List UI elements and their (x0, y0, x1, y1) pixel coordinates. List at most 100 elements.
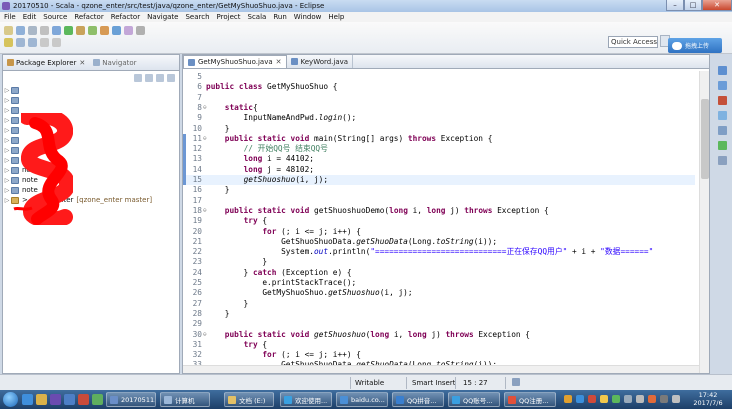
code-line[interactable]: 13 long i = 44102; (183, 154, 695, 165)
ie-icon[interactable] (22, 394, 33, 405)
menu-file[interactable]: File (0, 13, 19, 21)
expand-arrow-icon[interactable]: ▷ (3, 117, 11, 124)
expand-arrow-icon[interactable]: ▷ (3, 177, 11, 184)
new-class-icon[interactable] (112, 26, 121, 35)
explorer-icon[interactable] (36, 394, 47, 405)
menu-project[interactable]: Project (213, 13, 244, 21)
tray-icon[interactable] (648, 395, 656, 403)
collapse-all-icon[interactable] (134, 74, 142, 82)
minimize-view-icon[interactable] (167, 74, 175, 82)
tray-icon[interactable] (564, 395, 572, 403)
code-line[interactable]: 6 public class GetMyShuoShuo { (183, 82, 695, 92)
code-line[interactable]: 12 // 开始QQ号 结束QQ号 (183, 144, 695, 155)
tray-icon[interactable] (660, 395, 668, 403)
maximize-button[interactable]: □ (684, 0, 702, 11)
tree-item[interactable]: ▷ (3, 105, 22, 115)
close-button[interactable]: ✕ (702, 0, 732, 11)
link-editor-icon[interactable] (145, 74, 153, 82)
run-icon[interactable] (64, 26, 73, 35)
close-tab-icon[interactable]: ✕ (79, 59, 85, 67)
taskbar-button[interactable]: 欢迎使用... (280, 392, 332, 407)
menu-run[interactable]: Run (269, 13, 289, 21)
expand-arrow-icon[interactable]: ▷ (3, 137, 11, 144)
tree-item[interactable]: ▷ (3, 155, 22, 165)
new-package-icon[interactable] (100, 26, 109, 35)
expand-arrow-icon[interactable]: ▷ (3, 197, 11, 204)
progress-icon[interactable] (512, 378, 520, 386)
code-line[interactable]: 20 for (; i <= j; i++) { (183, 227, 695, 237)
declaration-icon[interactable] (717, 126, 727, 135)
taskbar-button[interactable]: 20170511... (106, 392, 156, 407)
tree-item[interactable]: ▷ (3, 115, 22, 125)
scrollbar-thumb[interactable] (701, 99, 709, 179)
drag-upload-button[interactable]: 拖拽上传 (668, 38, 722, 53)
code-line[interactable]: 28 } (183, 309, 695, 319)
code-line[interactable]: 18 ⊖ public static void getShuoshuoDemo(l… (183, 206, 695, 216)
code-line[interactable]: 30 ⊖ public static void getShuoshuo(long … (183, 330, 695, 340)
next-annotation-icon[interactable] (28, 38, 37, 47)
network-icon[interactable] (624, 395, 632, 403)
tree-item[interactable]: ▷ (3, 135, 22, 145)
taskbar-button[interactable]: QQ拼音... (392, 392, 444, 407)
taskbar-button[interactable]: QQ账号... (448, 392, 500, 407)
search-icon[interactable] (136, 26, 145, 35)
menu-refactor[interactable]: Refactor (70, 13, 106, 21)
qq-icon[interactable] (600, 395, 608, 403)
code-line[interactable]: 32 for (; i <= j; i++) { (183, 350, 695, 360)
code-line[interactable]: 27 } (183, 299, 695, 309)
debug-icon[interactable] (52, 26, 61, 35)
task-list-icon[interactable] (717, 81, 727, 90)
code-line[interactable]: 21 GetShuoShuoData.getShuoData(Long.toSt… (183, 237, 695, 247)
new-file-icon[interactable] (4, 26, 13, 35)
open-type-icon[interactable] (124, 26, 133, 35)
minimize-button[interactable]: – (666, 0, 684, 11)
expand-arrow-icon[interactable]: ▷ (3, 97, 11, 104)
expand-arrow-icon[interactable]: ▷ (3, 87, 11, 94)
code-line[interactable]: 10 } (183, 124, 695, 134)
tree-item[interactable]: ▷ (3, 125, 22, 135)
tree-item[interactable]: ▷ (3, 85, 22, 95)
back-icon[interactable] (40, 38, 49, 47)
code-line[interactable]: 22 System.out.println("=================… (183, 247, 695, 257)
menu-edit[interactable]: Edit (19, 13, 40, 21)
expand-arrow-icon[interactable]: ▷ (3, 167, 11, 174)
tree-item[interactable]: ▷ (3, 145, 22, 155)
tab-getmyshuoshuo[interactable]: GetMyShuoShuo.java ✕ (183, 55, 287, 68)
taskbar-button[interactable]: 计算机 (160, 392, 210, 407)
forward-icon[interactable] (52, 38, 61, 47)
tray-icon[interactable] (612, 395, 620, 403)
code-line[interactable]: 7 (183, 93, 695, 103)
menu-source[interactable]: Source (39, 13, 70, 21)
tray-icon[interactable] (588, 395, 596, 403)
code-line[interactable]: 16 } (183, 185, 695, 195)
view-menu-icon[interactable] (156, 74, 164, 82)
volume-icon[interactable] (636, 395, 644, 403)
code-line[interactable]: 31 try { (183, 340, 695, 350)
taskbar-button[interactable]: 文档 (E:) (224, 392, 274, 407)
expand-arrow-icon[interactable]: ▷ (3, 147, 11, 154)
code-line[interactable]: 15 getShuoshuo(i, j); (183, 175, 695, 186)
save-icon[interactable] (16, 26, 25, 35)
app-icon[interactable] (92, 394, 103, 405)
code-line[interactable]: 9 InputNameAndPwd.login(); (183, 113, 695, 123)
menu-scala[interactable]: Scala (244, 13, 270, 21)
close-tab-icon[interactable]: ✕ (276, 58, 282, 66)
menu-refactor-2[interactable]: Refactor (107, 13, 143, 21)
menu-search[interactable]: Search (181, 13, 212, 21)
code-line[interactable]: 11 ⊖ public static void main(String[] arg… (183, 133, 695, 145)
code-line[interactable]: 19 try { (183, 216, 695, 226)
new-java-project-icon[interactable] (88, 26, 97, 35)
save-all-icon[interactable] (28, 26, 37, 35)
problems-icon[interactable] (717, 96, 727, 105)
code-line[interactable]: 29 (183, 319, 695, 329)
horizontal-scrollbar[interactable] (183, 365, 699, 373)
menu-help[interactable]: Help (324, 13, 347, 21)
code-line[interactable]: 23 } (183, 257, 695, 267)
start-button[interactable] (3, 392, 18, 407)
app-icon[interactable] (64, 394, 75, 405)
expand-arrow-icon[interactable]: ▷ (3, 107, 11, 114)
taskbar-button[interactable]: baidu.co... (336, 392, 388, 407)
tab-keyword[interactable]: KeyWord.java (287, 55, 354, 68)
vertical-scrollbar[interactable] (699, 71, 709, 373)
taskbar-button[interactable]: QQ注册... (504, 392, 556, 407)
